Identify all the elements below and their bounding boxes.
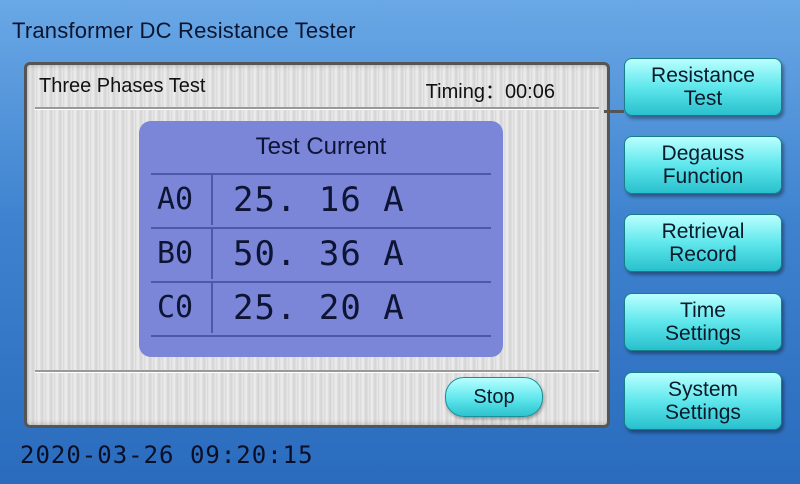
phase-label: A0 <box>151 175 213 225</box>
current-value: 25. 16 A <box>233 180 405 220</box>
test-panel: Three Phases Test Timing：00:06 Test Curr… <box>24 62 610 428</box>
button-label-line2: Test <box>683 87 723 110</box>
divider-bottom <box>35 370 599 373</box>
resistance-test-button[interactable]: Resistance Test <box>624 58 782 116</box>
button-label-line1: Retrieval <box>661 220 745 243</box>
button-label-line2: Record <box>669 243 737 266</box>
phase-label: C0 <box>151 283 213 333</box>
button-label-line2: Settings <box>665 401 741 424</box>
button-label-line1: Degauss <box>661 142 745 165</box>
button-label-line2: Settings <box>665 322 741 345</box>
panel-header: Three Phases Test Timing：00:06 <box>35 75 595 103</box>
degauss-function-button[interactable]: Degauss Function <box>624 136 782 194</box>
table-bottom-rule <box>151 335 491 337</box>
phase-label: B0 <box>151 229 213 279</box>
button-label-line1: Time <box>680 299 726 322</box>
timing-readout: Timing：00:06 <box>425 81 555 103</box>
current-row-b0: B0 50. 36 A <box>151 227 491 279</box>
panel-title: Three Phases Test <box>39 75 206 97</box>
current-value: 25. 20 A <box>233 288 405 328</box>
current-value: 50. 36 A <box>233 234 405 274</box>
system-settings-button[interactable]: System Settings <box>624 372 782 430</box>
datetime-display: 2020-03-26 09:20:15 <box>20 441 314 469</box>
button-label-line1: Resistance <box>651 64 755 87</box>
button-label-line2: Function <box>662 165 744 188</box>
test-current-title: Test Current <box>255 133 387 160</box>
current-row-a0: A0 25. 16 A <box>151 173 491 225</box>
button-label-line1: System <box>667 378 738 401</box>
time-settings-button[interactable]: Time Settings <box>624 293 782 351</box>
current-row-c0: C0 25. 20 A <box>151 281 491 333</box>
stop-button[interactable]: Stop <box>445 377 543 417</box>
retrieval-record-button[interactable]: Retrieval Record <box>624 214 782 272</box>
panel-connector <box>604 110 624 113</box>
test-current-box: Test Current A0 25. 16 A B0 50. 36 A C0 … <box>139 121 503 357</box>
app-title: Transformer DC Resistance Tester <box>12 18 356 43</box>
divider-top <box>35 107 599 110</box>
